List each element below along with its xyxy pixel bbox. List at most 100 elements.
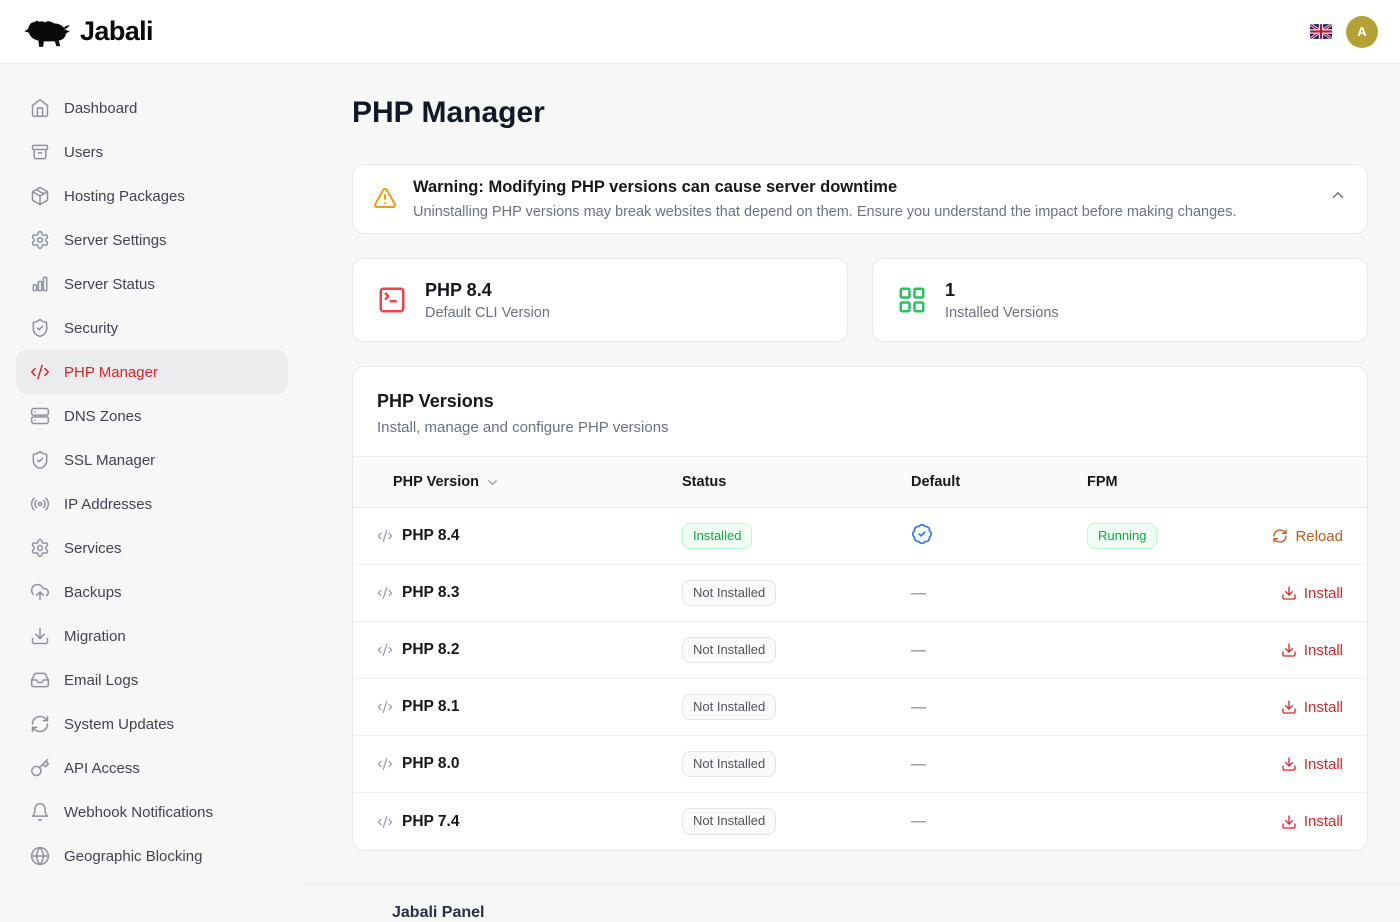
reload-button[interactable]: Reload (1272, 528, 1343, 545)
sidebar-item-server-settings[interactable]: Server Settings (16, 218, 288, 262)
code-icon (30, 362, 50, 382)
download-icon (30, 626, 50, 646)
chevron-down-icon (485, 475, 500, 490)
status-badge: Installed (682, 523, 752, 550)
column-header-fpm: FPM (1087, 474, 1263, 490)
install-button[interactable]: Install (1281, 642, 1343, 659)
default-badge-check-icon (911, 523, 933, 545)
not-default-dash: — (911, 585, 926, 602)
refresh-icon (30, 714, 50, 734)
php-version-label: PHP 8.2 (402, 641, 459, 659)
sidebar-item-php-manager[interactable]: PHP Manager (16, 350, 288, 394)
table-row: PHP 7.4 Not Installed — Install (353, 793, 1367, 850)
uk-flag-icon[interactable] (1310, 24, 1332, 39)
code-icon (377, 814, 393, 830)
warning-banner-text: Warning: Modifying PHP versions can caus… (413, 178, 1236, 220)
status-badge: Not Installed (682, 637, 776, 664)
user-avatar[interactable]: A (1346, 16, 1378, 48)
status-badge: Not Installed (682, 751, 776, 778)
php-versions-title: PHP Versions (377, 391, 1343, 412)
install-button[interactable]: Install (1281, 699, 1343, 716)
code-icon (377, 528, 393, 544)
sidebar-item-server-status[interactable]: Server Status (16, 262, 288, 306)
table-body: PHP 8.4 Installed Running Reload PHP 8.3… (353, 508, 1367, 850)
gear-icon (30, 538, 50, 558)
archive-icon (30, 142, 50, 162)
table-header-row: PHP Version Status Default FPM (353, 456, 1367, 508)
refresh-icon (1272, 528, 1288, 544)
table-row: PHP 8.4 Installed Running Reload (353, 508, 1367, 565)
sidebar-item-api-access[interactable]: API Access (16, 746, 288, 790)
brand: Jabali (22, 12, 153, 52)
sidebar-item-hosting-packages[interactable]: Hosting Packages (16, 174, 288, 218)
table-row: PHP 8.3 Not Installed — Install (353, 565, 1367, 622)
package-icon (30, 186, 50, 206)
boar-logo-icon (22, 12, 74, 52)
not-default-dash: — (911, 699, 926, 716)
install-button[interactable]: Install (1281, 585, 1343, 602)
main-content: PHP Manager Warning: Modifying PHP versi… (304, 64, 1400, 900)
sidebar-item-dashboard[interactable]: Dashboard (16, 86, 288, 130)
sidebar-item-email-logs[interactable]: Email Logs (16, 658, 288, 702)
sidebar-item-geographic-blocking[interactable]: Geographic Blocking (16, 834, 288, 878)
sidebar-item-system-updates[interactable]: System Updates (16, 702, 288, 746)
warning-banner-message: Uninstalling PHP versions may break webs… (413, 204, 1236, 220)
code-icon (377, 699, 393, 715)
globe-icon (30, 846, 50, 866)
stat-value: PHP 8.4 (425, 280, 550, 301)
chevron-up-icon[interactable] (1329, 186, 1347, 204)
column-header-status: Status (682, 474, 911, 490)
status-badge: Not Installed (682, 580, 776, 607)
footer-brand: Jabali Panel (392, 904, 1400, 922)
top-bar: Jabali A (0, 0, 1400, 64)
key-icon (30, 758, 50, 778)
sidebar-item-ip-addresses[interactable]: IP Addresses (16, 482, 288, 526)
terminal-icon (377, 285, 407, 315)
column-header-default: Default (911, 474, 1087, 490)
download-icon (1281, 814, 1297, 830)
install-button[interactable]: Install (1281, 756, 1343, 773)
not-default-dash: — (911, 642, 926, 659)
download-icon (1281, 699, 1297, 715)
broadcast-icon (30, 494, 50, 514)
shield-check-icon (30, 450, 50, 470)
cloud-upload-icon (30, 582, 50, 602)
table-row: PHP 8.0 Not Installed — Install (353, 736, 1367, 793)
column-header-php-version[interactable]: PHP Version (377, 474, 682, 490)
page-footer: Jabali Panel (304, 883, 1400, 922)
install-button[interactable]: Install (1281, 813, 1343, 830)
download-icon (1281, 585, 1297, 601)
warning-triangle-icon (373, 186, 397, 210)
sidebar-item-users[interactable]: Users (16, 130, 288, 174)
shield-check-icon (30, 318, 50, 338)
code-icon (377, 585, 393, 601)
stat-card-default-cli: PHP 8.4 Default CLI Version (352, 258, 848, 342)
table-row: PHP 8.1 Not Installed — Install (353, 679, 1367, 736)
home-icon (30, 98, 50, 118)
bar-chart-icon (30, 274, 50, 294)
fpm-badge: Running (1087, 523, 1157, 550)
sidebar-item-services[interactable]: Services (16, 526, 288, 570)
php-version-label: PHP 8.3 (402, 584, 459, 602)
inbox-icon (30, 670, 50, 690)
sidebar-item-security[interactable]: Security (16, 306, 288, 350)
table-row: PHP 8.2 Not Installed — Install (353, 622, 1367, 679)
warning-banner: Warning: Modifying PHP versions can caus… (352, 164, 1368, 234)
stat-value: 1 (945, 280, 1059, 301)
status-badge: Not Installed (682, 694, 776, 721)
code-icon (377, 642, 393, 658)
stat-cards: PHP 8.4 Default CLI Version 1 Installed … (352, 258, 1368, 342)
stat-card-installed-versions: 1 Installed Versions (872, 258, 1368, 342)
sidebar-item-webhook-notifications[interactable]: Webhook Notifications (16, 790, 288, 834)
page-title: PHP Manager (352, 96, 1368, 130)
server-stack-icon (30, 406, 50, 426)
sidebar-item-backups[interactable]: Backups (16, 570, 288, 614)
php-version-label: PHP 7.4 (402, 813, 459, 831)
php-version-label: PHP 8.4 (402, 527, 459, 545)
sidebar-item-dns-zones[interactable]: DNS Zones (16, 394, 288, 438)
sidebar-item-migration[interactable]: Migration (16, 614, 288, 658)
warning-banner-title: Warning: Modifying PHP versions can caus… (413, 178, 1236, 197)
grid-icon (897, 285, 927, 315)
sidebar-item-ssl-manager[interactable]: SSL Manager (16, 438, 288, 482)
download-icon (1281, 756, 1297, 772)
